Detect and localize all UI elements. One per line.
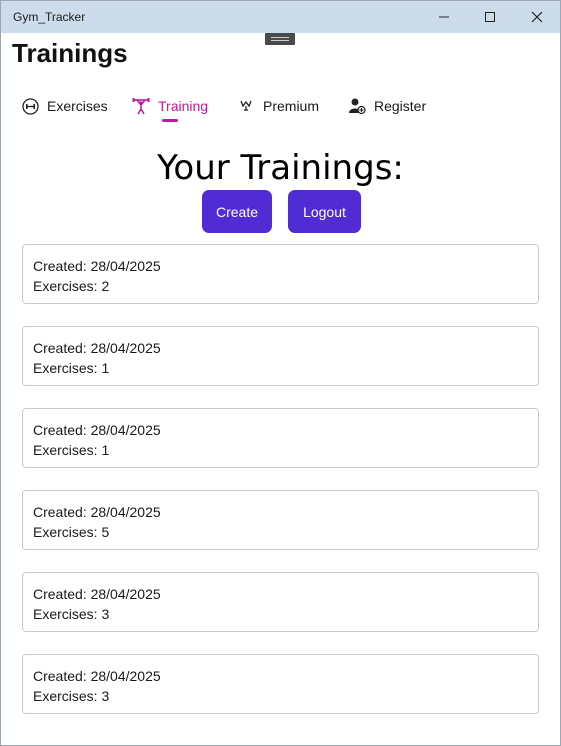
active-tab-indicator (162, 119, 178, 122)
training-exercises: Exercises: 1 (33, 360, 110, 376)
training-card[interactable]: Created: 28/04/2025 Exercises: 3 (22, 572, 539, 632)
drag-handle[interactable] (265, 33, 295, 45)
tab-exercises[interactable]: Exercises (21, 93, 108, 119)
minimize-icon (439, 16, 449, 18)
close-icon (531, 11, 543, 23)
tab-register[interactable]: Register (348, 93, 426, 119)
training-created: Created: 28/04/2025 (33, 258, 161, 274)
training-created: Created: 28/04/2025 (33, 586, 161, 602)
training-card[interactable]: Created: 28/04/2025 Exercises: 2 (22, 244, 539, 304)
minimize-button[interactable] (421, 1, 467, 33)
training-exercises: Exercises: 3 (33, 606, 110, 622)
training-card[interactable]: Created: 28/04/2025 Exercises: 3 (22, 654, 539, 714)
training-exercises: Exercises: 5 (33, 524, 110, 540)
training-card[interactable]: Created: 28/04/2025 Exercises: 1 (22, 408, 539, 468)
trainings-heading: Your Trainings: (157, 148, 404, 188)
title-bar[interactable]: Gym_Tracker (1, 1, 560, 33)
tab-premium[interactable]: Premium (237, 93, 319, 119)
tab-label: Register (374, 98, 427, 114)
tab-bar: Exercises Training Premium Register (1, 93, 560, 123)
tab-label: Training (158, 98, 209, 114)
app-title: Gym_Tracker (13, 10, 86, 24)
training-card[interactable]: Created: 28/04/2025 Exercises: 1 (22, 326, 539, 386)
training-card[interactable]: Created: 28/04/2025 Exercises: 5 (22, 490, 539, 550)
training-created: Created: 28/04/2025 (33, 340, 161, 356)
tab-label: Premium (263, 98, 320, 114)
training-exercises: Exercises: 2 (33, 278, 110, 294)
training-created: Created: 28/04/2025 (33, 668, 161, 684)
tab-training[interactable]: Training (132, 93, 208, 119)
close-button[interactable] (514, 1, 560, 33)
maximize-button[interactable] (467, 1, 513, 33)
weightlifter-icon (132, 97, 150, 115)
maximize-icon (485, 12, 495, 22)
dumbbell-icon (21, 97, 39, 115)
training-created: Created: 28/04/2025 (33, 422, 161, 438)
user-add-icon (348, 97, 366, 115)
logout-button[interactable]: Logout (288, 190, 361, 233)
training-exercises: Exercises: 3 (33, 688, 110, 704)
trophy-icon (237, 97, 255, 115)
create-button[interactable]: Create (202, 190, 272, 233)
page-title: Trainings (12, 38, 128, 68)
tab-label: Exercises (47, 98, 108, 114)
app-window: Gym_Tracker Trainings Exercises Training (0, 0, 561, 746)
training-created: Created: 28/04/2025 (33, 504, 161, 520)
training-exercises: Exercises: 1 (33, 442, 110, 458)
